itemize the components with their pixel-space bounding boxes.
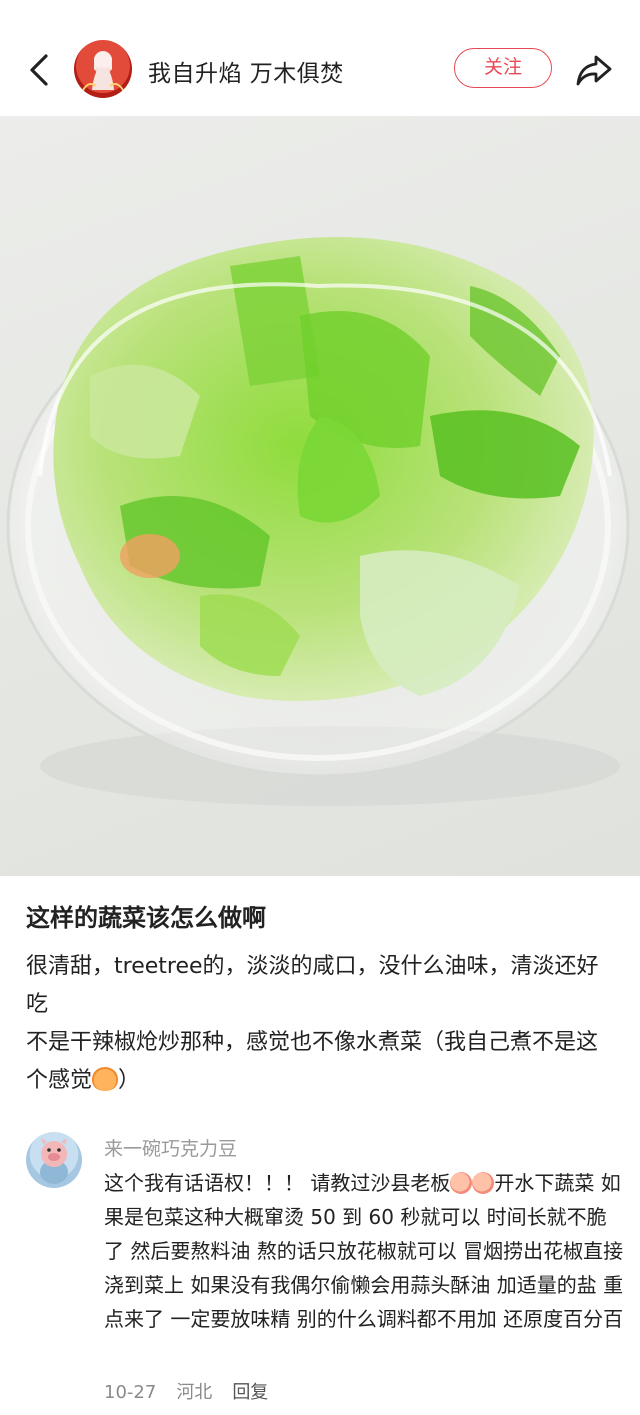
back-icon[interactable] [22,48,58,92]
post-photo[interactable] [0,116,640,876]
vegetable-bowl-image [6,237,630,806]
peach-emoji-icon [450,1172,473,1194]
author-avatar[interactable] [74,40,132,98]
reply-button[interactable]: 回复 [232,1382,268,1403]
post-title: 这样的蔬菜该怎么做啊 [26,904,266,932]
comment-text-start: 这个我有话语权！！！ 请教过沙县老板 [104,1171,451,1195]
commenter-avatar[interactable] [26,1132,82,1188]
grinning-cat-emoji-icon [92,1067,119,1091]
post-paragraph-2-end: ） [118,1068,141,1093]
post-body: 很清甜，treetree的，淡淡的咸口，没什么油味，清淡还好吃 不是干辣椒炝炒那… [26,948,616,1100]
peach-emoji-icon [472,1172,495,1194]
top-bar: 我自升焰 万木俱焚 关注 [0,0,640,116]
comment-text-rest: 开水下蔬菜 如果是包菜这种大概窜烫 50 到 60 秒就可以 时间长就不脆了 然… [104,1171,624,1331]
comment-date: 10-27 [104,1382,157,1403]
author-name[interactable]: 我自升焰 万木俱焚 [148,54,344,88]
follow-button[interactable]: 关注 [454,48,552,88]
share-icon[interactable] [572,48,616,92]
commenter-name[interactable]: 来一碗巧克力豆 [104,1134,237,1161]
comment-location: 河北 [176,1382,213,1403]
post-paragraph-2: 不是干辣椒炝炒那种，感觉也不像水煮菜（我自己煮不是这个感觉） [26,1024,616,1100]
post-paragraph-1: 很清甜，treetree的，淡淡的咸口，没什么油味，清淡还好吃 [26,954,599,1017]
comment-text: 这个我有话语权！！！ 请教过沙县老板 开水下蔬菜 如果是包菜这种大概窜烫 50 到… [104,1166,624,1336]
comment-meta: 10-27 河北 回复 [104,1378,288,1404]
